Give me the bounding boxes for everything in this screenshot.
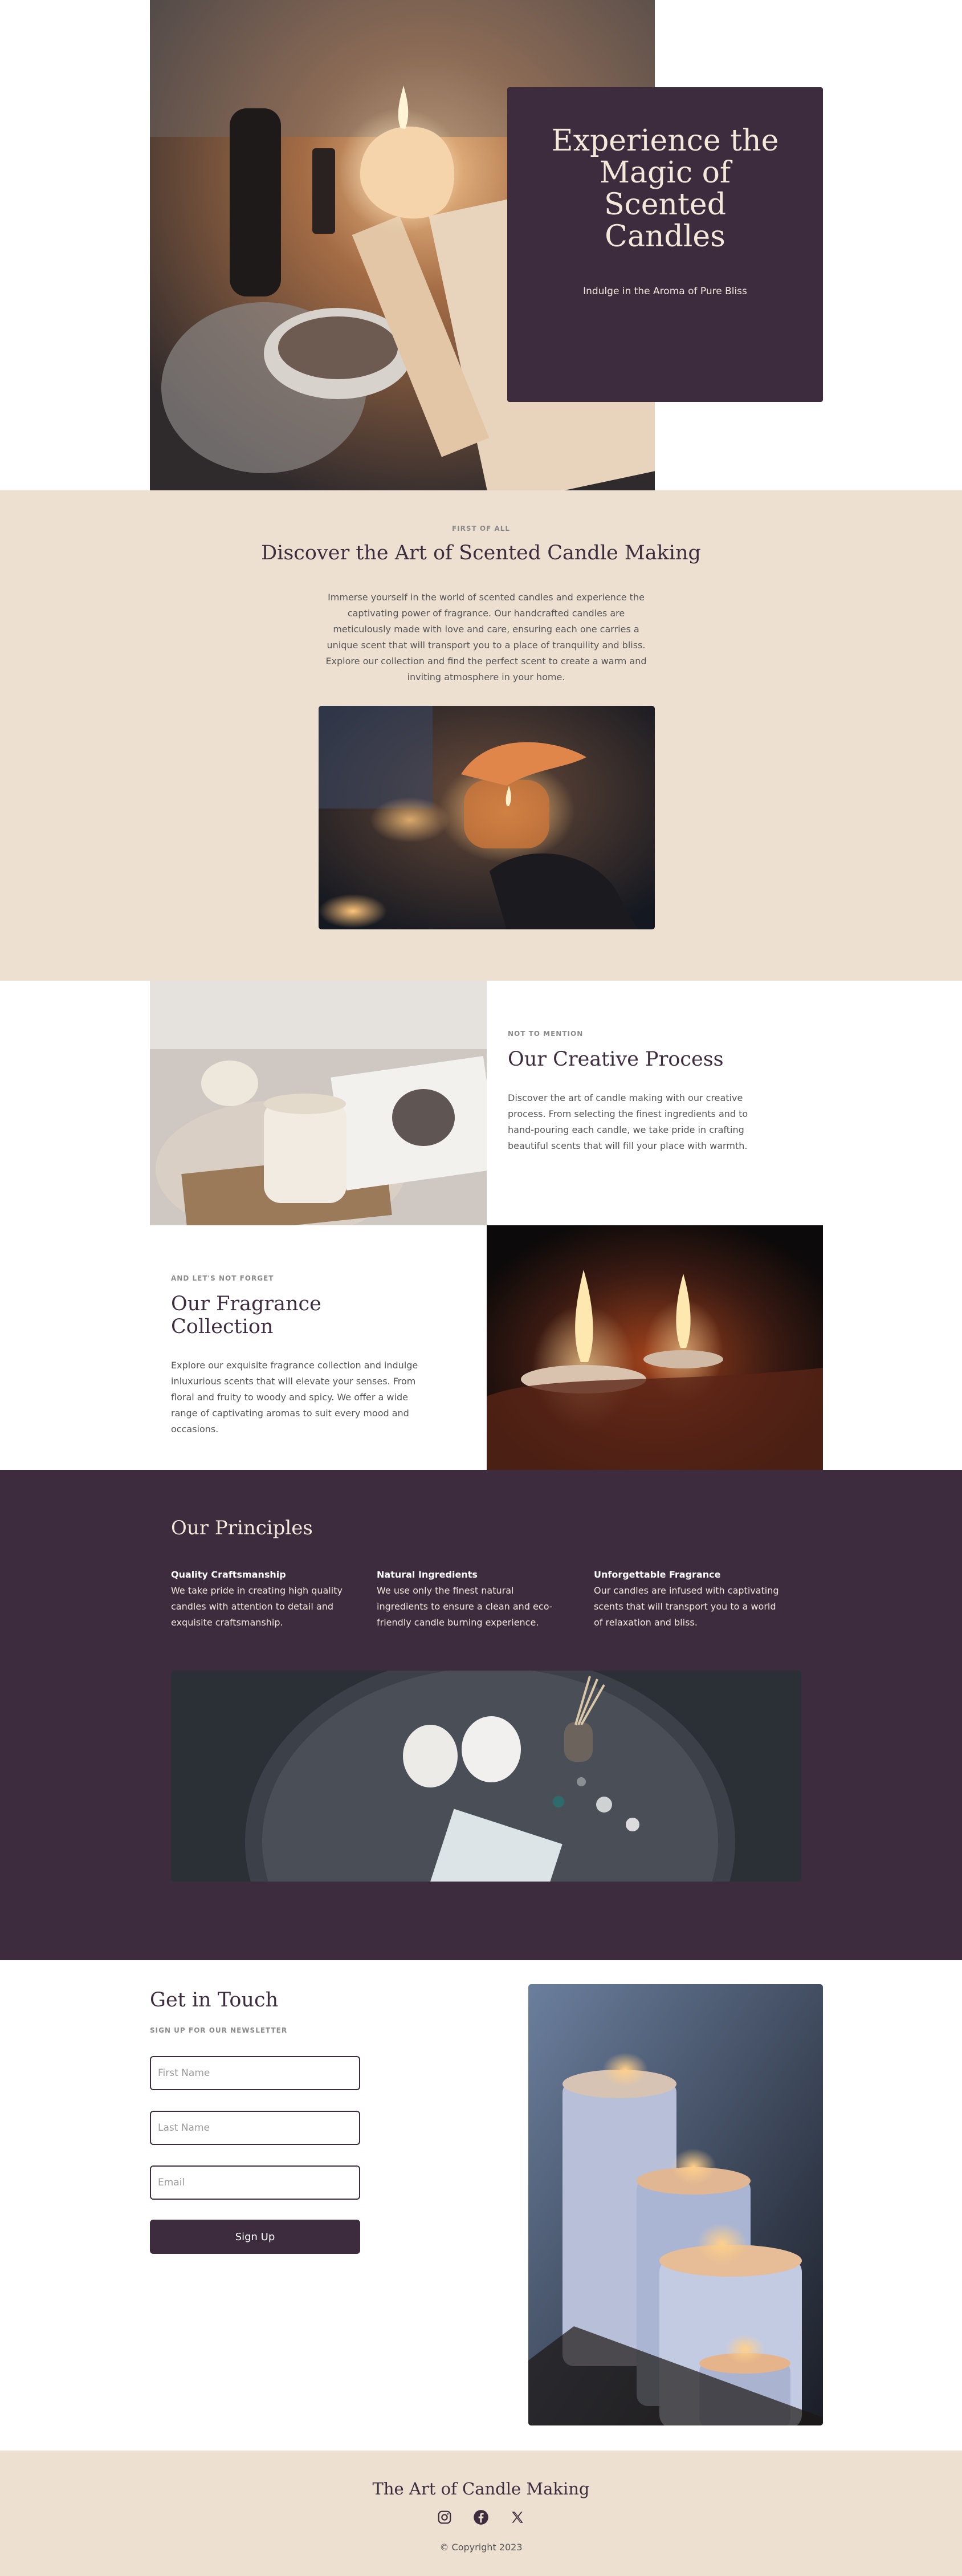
discover-section: FIRST OF ALL Discover the Art of Scented… [0,490,962,981]
principle-body: We use only the finest natural ingredien… [377,1585,553,1628]
principles-section: Our Principles Quality Craftsmanship We … [0,1470,962,1960]
fragrance-heading: Our Fragrance Collection [171,1293,321,1338]
footer-title: The Art of Candle Making [372,2479,590,2498]
first-name-field[interactable] [150,2056,360,2090]
instagram-icon[interactable] [435,2508,454,2527]
fragrance-eyebrow: AND LET'S NOT FORGET [171,1274,274,1282]
hero-section: Experience the Magic of Scented Candles … [0,0,962,490]
features-section: NOT TO MENTION Our Creative Process Disc… [0,981,962,1470]
tealight-candles-photo [487,1225,823,1470]
discover-heading: Discover the Art of Scented Candle Makin… [261,542,701,564]
footer: The Art of Candle Making © Copyright 202… [0,2451,962,2576]
newsletter-eyebrow: SIGN UP FOR OUR NEWSLETTER [150,2026,288,2034]
hero-subtitle: Indulge in the Aroma of Pure Bliss [583,286,747,297]
principle-fragrance: Unforgettable Fragrance Our candles are … [594,1567,782,1631]
principle-body: Our candles are infused with captivating… [594,1585,779,1628]
hands-candle-photo [319,706,655,929]
principle-quality: Quality Craftsmanship We take pride in c… [171,1567,359,1631]
creative-eyebrow: NOT TO MENTION [508,1030,584,1038]
discover-body: Immerse yourself in the world of scented… [325,592,647,682]
principle-natural: Natural Ingredients We use only the fine… [377,1567,565,1631]
hero-title: Experience the Magic of Scented Candles [551,124,779,254]
principles-heading: Our Principles [171,1517,313,1539]
fragrance-collection-block: AND LET'S NOT FORGET Our Fragrance Colle… [171,1274,427,1437]
last-name-field[interactable] [150,2111,360,2145]
pillar-candles-photo [528,1984,823,2425]
principle-title: Unforgettable Fragrance [594,1569,721,1580]
principle-title: Natural Ingredients [377,1569,478,1580]
email-field[interactable] [150,2165,360,2200]
contact-heading: Get in Touch [150,1989,279,2012]
creative-heading: Our Creative Process [508,1048,724,1071]
creative-process-block: NOT TO MENTION Our Creative Process Disc… [508,1030,764,1154]
pillar-candle-photo [150,981,487,1225]
creative-body: Discover the art of candle making with o… [508,1092,748,1151]
copyright-text: © Copyright 2023 [439,2542,523,2553]
hero-panel: Experience the Magic of Scented Candles … [507,87,823,402]
social-links [0,2508,962,2527]
principle-title: Quality Craftsmanship [171,1569,286,1580]
facebook-icon[interactable] [471,2508,491,2527]
candle-tray-photo [171,1671,801,1882]
fragrance-body: Explore our exquisite fragrance collecti… [171,1360,418,1435]
x-icon[interactable] [508,2508,527,2527]
discover-eyebrow: FIRST OF ALL [451,525,511,533]
contact-section: Get in Touch SIGN UP FOR OUR NEWSLETTER … [0,1960,962,2451]
page: Experience the Magic of Scented Candles … [0,0,962,2576]
sign-up-button[interactable]: Sign Up [150,2220,360,2254]
principle-body: We take pride in creating high quality c… [171,1585,343,1628]
